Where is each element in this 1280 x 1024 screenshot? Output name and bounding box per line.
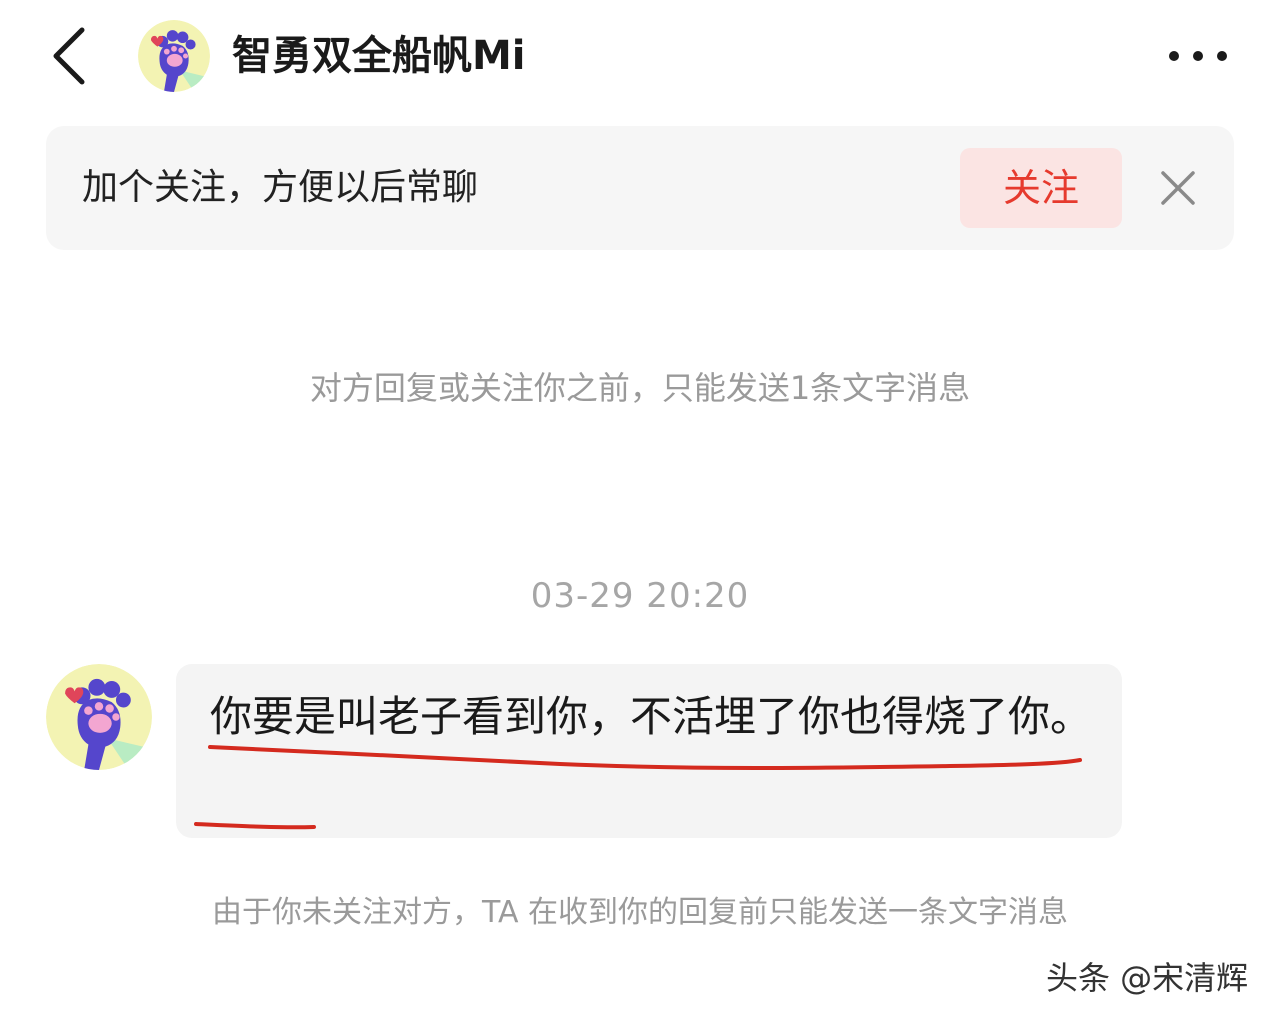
back-button[interactable] <box>44 20 104 92</box>
chat-title: 智勇双全船帆Mi <box>232 33 526 79</box>
cat-paw-avatar-icon <box>46 664 152 770</box>
message-text: 你要是叫老子看到你，不活埋了你也得烧了你。 <box>210 692 1093 741</box>
watermark: 头条 @宋清辉 <box>1046 959 1249 997</box>
chevron-left-icon <box>53 27 85 85</box>
avatar[interactable] <box>138 20 210 92</box>
close-banner-button[interactable] <box>1158 166 1198 210</box>
reply-limit-notice: 由于你未关注对方，TA 在收到你的回复前只能发送一条文字消息 <box>211 895 1069 930</box>
chat-header: 智勇双全船帆Mi <box>0 0 1280 112</box>
sender-avatar[interactable] <box>46 664 152 770</box>
message-limit-notice: 对方回复或关注你之前，只能发送1条文字消息 <box>309 369 971 407</box>
message-timestamp: 03-29 20:20 <box>530 576 750 616</box>
chat-screen: 智勇双全船帆Mi 加个关注，方便以后常聊 关注 对方回复或关注你之前，只能发送1… <box>0 0 1280 1024</box>
follow-banner: 加个关注，方便以后常聊 关注 <box>46 126 1234 250</box>
message-bubble[interactable]: 你要是叫老子看到你，不活埋了你也得烧了你。 <box>176 664 1122 838</box>
follow-prompt-text: 加个关注，方便以后常聊 <box>82 167 479 208</box>
ellipsis-horizontal-icon <box>1169 51 1227 61</box>
more-button[interactable] <box>1160 30 1240 82</box>
follow-button[interactable]: 关注 <box>960 148 1122 228</box>
cat-paw-avatar-icon <box>138 20 210 92</box>
close-icon <box>1161 171 1195 205</box>
